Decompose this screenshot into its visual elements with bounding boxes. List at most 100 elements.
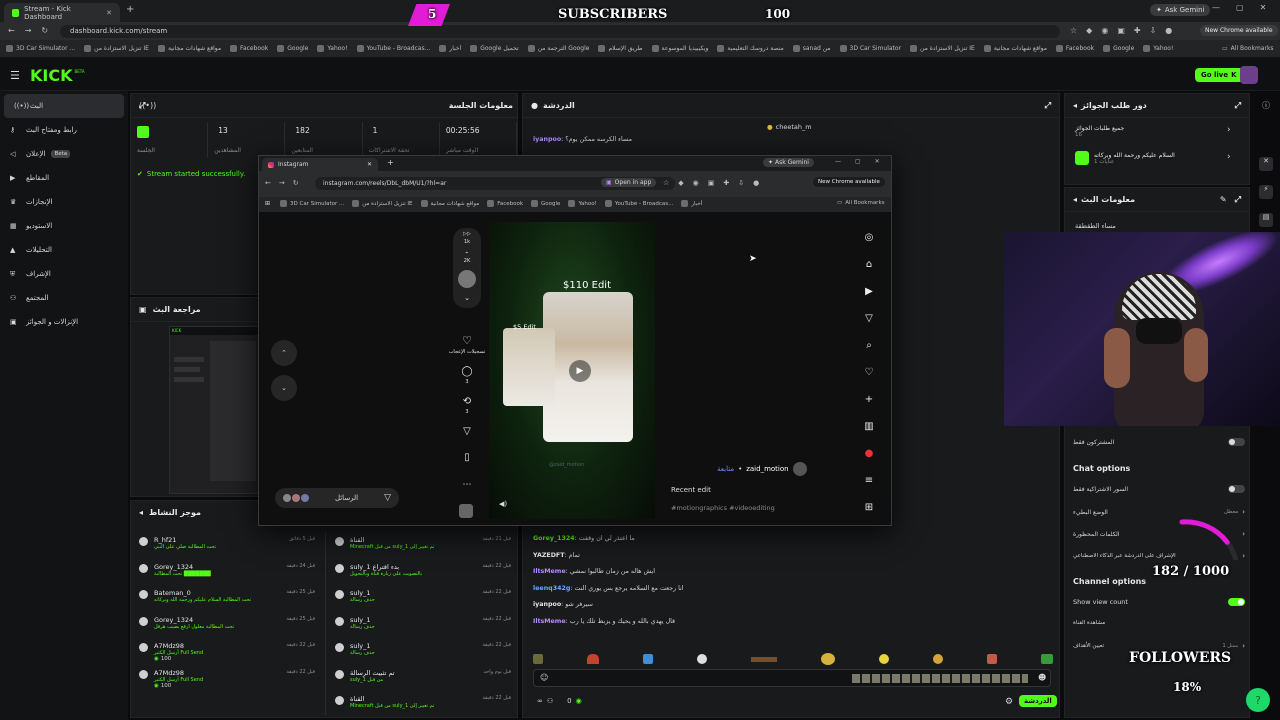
go-live-button[interactable]: Go live K — [1195, 68, 1243, 82]
speed-control-button[interactable] — [458, 270, 476, 288]
extension-icon[interactable]: ◉ — [693, 179, 699, 187]
nav-item[interactable]: ((•)) البث — [4, 94, 124, 118]
close-icon[interactable]: ✕ — [367, 161, 372, 168]
activity-item[interactable]: Gorey_1324 تحت المطالبة معلول ارفع يصيب ه… — [131, 613, 323, 640]
new-tab-button[interactable]: + — [387, 158, 394, 167]
trash-icon[interactable]: ▤ — [1259, 213, 1273, 227]
new-chrome-button[interactable]: New Chrome available — [1200, 25, 1278, 36]
bookmark-item[interactable]: ويكيبيديا الموسوعة — [651, 45, 708, 52]
menu-icon[interactable]: ≡ — [865, 475, 873, 486]
emote-picker-icon[interactable]: ☻ — [1038, 673, 1046, 682]
chat-username[interactable]: IltsMeme — [533, 618, 566, 625]
bookmark-item[interactable]: مواقع شهادات مجانية — [157, 45, 221, 52]
author-username[interactable]: zaid_motion — [746, 465, 788, 473]
reload-icon[interactable]: ↻ — [41, 26, 48, 35]
apps-icon[interactable]: ⊞ — [865, 502, 873, 513]
nav-item[interactable]: ▦ الاستوديو — [0, 214, 128, 238]
activity-item[interactable]: suly_1 حذف رسالة قبل 22 دقيقة — [327, 586, 519, 613]
bookmark-item[interactable]: Google — [277, 45, 308, 52]
profile-avatar-icon[interactable]: ● — [865, 448, 874, 459]
download-icon[interactable]: ⇩ — [738, 179, 744, 187]
chat-username[interactable]: leenq342g — [533, 585, 570, 592]
bookmark-item[interactable]: Yahoo! — [568, 200, 597, 207]
chat-username[interactable]: iyanpoo — [533, 601, 561, 608]
kick-logo[interactable]: KICK BETA — [30, 66, 85, 85]
activity-item[interactable]: القناة Minecraft من قبل suly_1 تم تغيير إ… — [327, 533, 519, 560]
bookmark-item[interactable]: مواقع شهادات مجانية — [983, 45, 1047, 52]
nav-item[interactable]: ▶ المقاطع — [0, 166, 128, 190]
reward-item[interactable]: السلام عليكم ورحمة الله وبركاته عنايات 1… — [1075, 151, 1245, 165]
show-view-count-toggle[interactable] — [1228, 598, 1245, 606]
activity-item[interactable]: A7Mdz98 أرسل الكثير Full Send ◉ 100 قبل 22 د… — [131, 639, 323, 666]
goal-row[interactable]: تعيين الأهداف ممثل 1 › — [1073, 642, 1245, 650]
dashboard-icon[interactable]: ▥ — [864, 421, 873, 432]
follow-link[interactable]: متابعة — [717, 465, 734, 473]
close-icon[interactable]: ✕ — [106, 9, 112, 17]
search-icon[interactable]: ⌕ — [866, 340, 872, 351]
maximize-icon[interactable]: ▢ — [855, 158, 861, 165]
nav-item[interactable]: ⚇ المجتمع — [0, 286, 128, 310]
volume-icon[interactable]: ◀) — [499, 500, 507, 508]
new-chrome-button[interactable]: New Chrome available — [813, 177, 885, 187]
activity-item[interactable]: A7Mdz98 أرسل الكثير Full Send ◉ 100 قبل 22 د… — [131, 666, 323, 693]
nav-item[interactable]: ◁ الإعلان Beta — [0, 142, 128, 166]
close-window-icon[interactable]: ✕ — [1260, 3, 1267, 12]
bookmark-item[interactable]: Yahoo! — [1143, 45, 1173, 52]
expand-icon[interactable]: ⤢ — [1235, 195, 1241, 205]
profile-icon[interactable]: ● — [753, 179, 759, 187]
chat-username[interactable]: IltsMeme — [533, 568, 566, 575]
bookmark-icon[interactable]: ▯ — [464, 452, 470, 463]
avatar[interactable] — [792, 462, 807, 476]
activity-item[interactable]: R_hf21 تحت المطالبة صلي على النبي قبل 5 دق… — [131, 533, 323, 560]
create-icon[interactable]: + — [865, 394, 873, 405]
lightning-icon[interactable]: ⚡ — [1259, 185, 1273, 199]
bookmark-item[interactable]: Facebook — [1055, 45, 1094, 52]
star-icon[interactable]: ☆ — [663, 179, 669, 187]
minimize-icon[interactable]: — — [1212, 3, 1220, 12]
apps-icon[interactable]: ⊞ — [265, 200, 270, 207]
back-icon[interactable]: ← — [265, 179, 271, 187]
bookmark-item[interactable]: طريق الإسلام — [598, 45, 643, 52]
reels-icon[interactable]: ▶ — [865, 286, 873, 297]
new-tab-button[interactable]: + — [126, 4, 134, 15]
chat-username[interactable]: YAZEDFT — [533, 552, 565, 559]
activity-item[interactable]: Bateman_0 تحت المطالبة السلام عليكم ورحمة… — [131, 586, 323, 613]
chat-input[interactable]: ☺ ☻ — [533, 669, 1051, 687]
star-icon[interactable]: ☆ — [1070, 26, 1077, 35]
bookmark-item[interactable]: مواقع شهادات مجانية — [420, 200, 479, 207]
activity-item[interactable]: Gorey_1324 تحت المطالبة ███████ قبل 24 دقي… — [131, 560, 323, 587]
bookmark-item[interactable]: 3D Car Simulator — [839, 45, 901, 52]
bookmark-item[interactable]: Google — [531, 200, 560, 207]
bookmark-item[interactable]: 3D Car Simulator ... — [6, 45, 75, 52]
activity-item[interactable]: القناة Minecraft من قبل suly_1 تم تغيير إ… — [327, 692, 519, 719]
nav-item[interactable]: ⛨ الإشراف — [0, 262, 128, 286]
help-chat-button[interactable]: ? — [1246, 688, 1270, 712]
reload-icon[interactable]: ↻ — [293, 179, 299, 187]
bookmark-item[interactable]: 3D Car Simulator ... — [280, 200, 344, 207]
activity-item[interactable]: تم تثبيت الرسالة suly_1 من قبل قبل يوم واح… — [327, 666, 519, 693]
avatar[interactable] — [1240, 66, 1258, 84]
chat-username[interactable]: Gorey_1324 — [533, 535, 575, 542]
extension-icon[interactable]: ◉ — [1101, 26, 1108, 35]
all-bookmarks[interactable]: ▭ All Bookmarks — [1222, 45, 1274, 52]
repost-icon[interactable]: ⟲ — [463, 396, 471, 407]
info-icon[interactable]: ⓘ — [1254, 93, 1278, 117]
tab-kick-dashboard[interactable]: Stream - Kick Dashboard ✕ — [4, 3, 120, 22]
tab-instagram[interactable]: Instagram ✕ — [262, 158, 378, 171]
activity-item[interactable]: suly_1 حذف رسالة قبل 22 دقيقة — [327, 639, 519, 666]
bookmark-item[interactable]: Yahoo! — [317, 45, 348, 52]
ask-gemini-button[interactable]: ✦ Ask Gemini — [763, 158, 814, 167]
play-icon[interactable]: ▶ — [569, 360, 591, 382]
subscribers-only-toggle[interactable] — [1228, 438, 1245, 446]
messenger-icon[interactable]: ▽ — [865, 313, 873, 324]
bookmark-item[interactable]: Google — [1103, 45, 1134, 52]
all-bookmarks[interactable]: ▭ All Bookmarks — [837, 200, 885, 206]
bookmark-item[interactable]: تنزيل الاستزادة من IE — [84, 45, 149, 52]
open-in-app-button[interactable]: ▣ Open in app — [601, 178, 657, 187]
extension-icon[interactable]: ▣ — [1117, 26, 1125, 35]
download-icon[interactable]: ⇩ — [1150, 26, 1157, 35]
audio-thumbnail[interactable] — [459, 504, 473, 518]
expand-icon[interactable]: ⤢ — [1235, 101, 1241, 111]
reel-hashtags[interactable]: #motiongraphics #videoediting — [671, 504, 775, 512]
menu-icon[interactable]: ☰ — [10, 69, 20, 82]
